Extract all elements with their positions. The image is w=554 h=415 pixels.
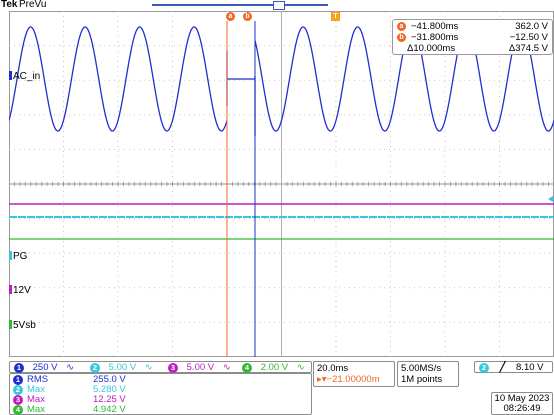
ch1-waveform-segment [9,26,228,132]
ch3-scale[interactable]: 3 5.00 V ∿ [168,362,231,373]
ch1-scale[interactable]: 1 250 V ∿ [14,362,74,373]
vertical-scale-bar[interactable]: 1 250 V ∿ 2 5.00 V ∿ 3 5.00 V ∿ 4 2.00 V… [9,361,312,373]
cursor-a-value: 362.0 V [515,21,548,32]
graticule-svg [9,11,554,357]
ch2-label: PG [13,251,28,262]
ch4-scale-value: 2.00 V [260,362,289,373]
cursor-b-icon: b [397,33,406,42]
cursor-a-icon: a [397,22,406,31]
timebase-position: ▸▾−21.00000m [317,374,380,385]
cursor-b-row: b −31.800ms −12.50 V [397,32,552,43]
record-view-bar[interactable] [152,4,328,6]
cursor-a-marker[interactable]: a [226,12,235,21]
measurement-panel[interactable]: 1 RMS 255.0 V 2 Max 5.280 V 3 Max 12.25 … [9,373,312,415]
record-length: 1M points [401,374,443,385]
ch1-ground-marker[interactable] [9,71,12,80]
ch2-badge: 2 [90,363,100,373]
trigger-source-badge: 2 [479,363,489,373]
measurement-row: 4 Max 4.942 V [13,405,126,415]
status-area: 1 250 V ∿ 2 5.00 V ∿ 3 5.00 V ∿ 4 2.00 V… [0,359,554,415]
trigger-readout: 2 ╱ 8.10 V [479,362,543,373]
ch4-badge: 4 [242,363,252,373]
rising-edge-icon: ╱ [499,362,506,373]
measurement-ch4-badge: 4 [13,405,23,415]
datetime-panel: 10 May 2023 08:26:49 [491,392,553,415]
ch1-badge: 1 [14,363,24,373]
ch2-scale-value: 5.00 V [108,362,137,373]
ch4-ground-marker[interactable] [9,320,12,329]
ch4-label: 5Vsb [13,320,36,331]
brand-logo: Tek [1,0,18,10]
measurement-ch2-badge: 2 [13,385,23,395]
ch1-scale-value: 250 V [32,362,58,373]
measurement-row: 2 Max 5.280 V [13,385,126,395]
measurement-value: 4.942 V [93,404,126,415]
ch1-coupling-icon: ∿ [66,362,75,373]
ch3-label: 12V [13,285,31,296]
waveform-display[interactable]: AC_in PG 12V 5Vsb a b T [9,11,554,357]
sample-rate: 5.00MS/s [401,363,442,374]
cursor-b-value: −12.50 V [509,32,548,43]
ch4-coupling-icon: ∿ [296,362,305,373]
measurement-ch1-badge: 1 [13,375,23,385]
trigger-level-arrow-icon[interactable] [548,196,553,202]
ch1-label: AC_in [13,71,41,82]
cursor-readout-panel: a −41.800ms 362.0 V b −31.800ms −12.50 V… [392,19,553,55]
trigger-level: 8.10 V [516,362,544,373]
record-view-window[interactable] [273,1,285,10]
trigger-panel[interactable]: 2 ╱ 8.10 V [474,361,553,373]
measurement-row: 1 RMS 255.0 V [13,375,126,385]
acquisition-state: PreVu [19,0,47,10]
timebase-panel[interactable]: 20.0ms ▸▾−21.00000m [313,361,395,387]
measurement-type: Max [27,404,45,415]
cursor-delta-row: Δ10.000ms Δ374.5 V [397,43,552,54]
ch3-badge: 3 [168,363,178,373]
measurement-ch3-badge: 3 [13,395,23,405]
cursor-a-time: −41.800ms [411,21,459,32]
cursor-delta-value: Δ374.5 V [508,43,548,54]
ch3-scale-value: 5.00 V [186,362,215,373]
timebase-scale: 20.0ms [317,363,349,374]
trigger-position-icon[interactable]: T [331,12,340,21]
top-status-bar: Tek PreVu [0,0,554,11]
cursor-a-row: a −41.800ms 362.0 V [397,21,552,32]
cursor-b-marker[interactable]: b [243,12,252,21]
ch3-coupling-icon: ∿ [222,362,231,373]
ch3-ground-marker[interactable] [9,285,12,294]
ch4-scale[interactable]: 4 2.00 V ∿ [242,362,305,373]
acquisition-panel[interactable]: 5.00MS/s 1M points [397,361,459,387]
cursor-b-time: −31.800ms [411,32,459,43]
ch2-ground-marker[interactable] [9,251,12,260]
ch2-coupling-icon: ∿ [144,362,153,373]
measurement-row: 3 Max 12.25 V [13,395,126,405]
time-text: 08:26:49 [503,403,541,414]
ch2-scale[interactable]: 2 5.00 V ∿ [90,362,153,373]
cursor-delta-time: Δ10.000ms [407,43,456,54]
